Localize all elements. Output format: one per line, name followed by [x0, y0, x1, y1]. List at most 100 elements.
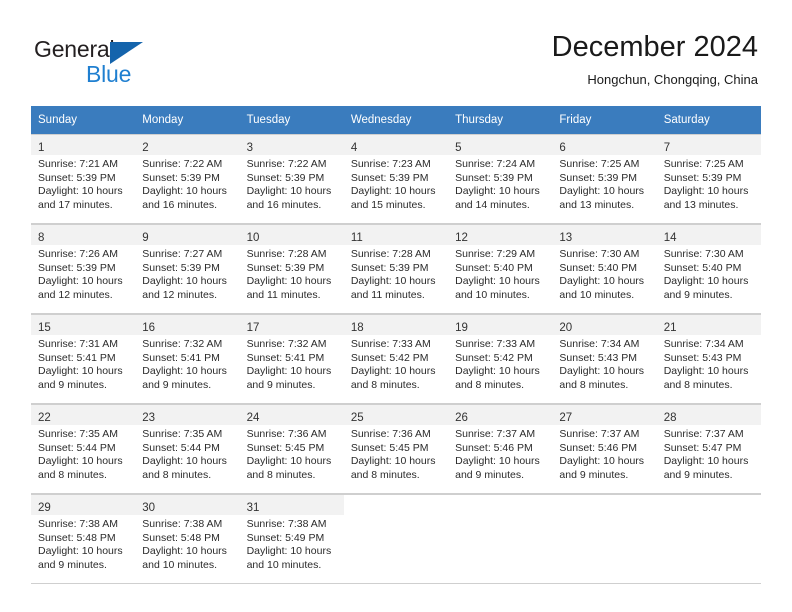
day-cell[interactable]: 6 Sunrise: 7:25 AM Sunset: 5:39 PM Daylight…: [552, 134, 657, 224]
daylight-text-line1: Daylight: 10 hours: [38, 455, 123, 468]
sunrise-text: Sunrise: 7:36 AM: [246, 428, 327, 440]
day-cell[interactable]: 31 Sunrise: 7:38 AM Sunset: 5:49 PM Dayligh…: [239, 494, 344, 584]
page-header: General Blue December 2024 Hongchun, Cho…: [0, 0, 792, 106]
calendar-page: General Blue December 2024 Hongchun, Cho…: [0, 0, 792, 612]
daylight-text-line1: Daylight: 10 hours: [142, 185, 227, 198]
daylight-text-line1: Daylight: 10 hours: [142, 455, 227, 468]
day-number: 1: [38, 142, 45, 154]
day-cell[interactable]: 27 Sunrise: 7:37 AM Sunset: 5:46 PM Dayligh…: [552, 404, 657, 494]
calendar-cell: 5 Sunrise: 7:24 AM Sunset: 5:39 PM Daylight…: [448, 134, 553, 224]
day-cell[interactable]: 14 Sunrise: 7:30 AM Sunset: 5:40 PM Dayligh…: [656, 224, 761, 314]
day-number-strip: 19: [448, 315, 553, 335]
sunrise-text: Sunrise: 7:23 AM: [350, 158, 431, 170]
day-cell[interactable]: 4 Sunrise: 7:23 AM Sunset: 5:39 PM Daylight…: [343, 134, 449, 224]
day-number-strip: 7: [656, 135, 761, 155]
sunset-text: Sunset: 5:40 PM: [663, 261, 742, 274]
day-cell[interactable]: 3 Sunrise: 7:22 AM Sunset: 5:39 PM Daylight…: [239, 134, 344, 224]
day-cell[interactable]: 7 Sunrise: 7:25 AM Sunset: 5:39 PM Daylight…: [656, 134, 761, 224]
day-details: Sunrise: 7:34 AM Sunset: 5:43 PM Daylight:…: [657, 335, 761, 392]
daylight-text-line2: and 9 minutes.: [663, 468, 733, 481]
day-details: Sunrise: 7:34 AM Sunset: 5:43 PM Daylight:…: [552, 335, 656, 392]
sunset-text: Sunset: 5:46 PM: [455, 441, 533, 454]
daylight-text-line1: Daylight: 10 hours: [142, 365, 227, 378]
day-cell[interactable]: 5 Sunrise: 7:24 AM Sunset: 5:39 PM Daylight…: [448, 134, 553, 224]
sunrise-text: Sunrise: 7:32 AM: [246, 338, 327, 350]
day-details: Sunrise: 7:38 AM Sunset: 5:48 PM Daylight:…: [135, 515, 239, 572]
daylight-text-line2: and 8 minutes.: [350, 378, 420, 391]
day-number: 10: [246, 232, 260, 244]
day-cell[interactable]: 23 Sunrise: 7:35 AM Sunset: 5:44 PM Dayligh…: [135, 404, 240, 494]
calendar-cell: 20 Sunrise: 7:34 AM Sunset: 5:43 PM Dayligh…: [552, 314, 657, 404]
calendar-cell: 23 Sunrise: 7:35 AM Sunset: 5:44 PM Dayligh…: [135, 404, 240, 494]
general-blue-logo[interactable]: General Blue: [34, 36, 224, 88]
day-cell[interactable]: 30 Sunrise: 7:38 AM Sunset: 5:48 PM Dayligh…: [135, 494, 240, 584]
sunrise-text: Sunrise: 7:29 AM: [455, 248, 536, 260]
day-cell[interactable]: 26 Sunrise: 7:37 AM Sunset: 5:46 PM Dayligh…: [448, 404, 553, 494]
day-cell[interactable]: 12 Sunrise: 7:29 AM Sunset: 5:40 PM Dayligh…: [448, 224, 553, 314]
day-details: Sunrise: 7:35 AM Sunset: 5:44 PM Daylight:…: [135, 425, 239, 482]
page-title: December 2024: [551, 31, 758, 63]
sunrise-text: Sunrise: 7:22 AM: [246, 158, 327, 170]
day-details: Sunrise: 7:22 AM Sunset: 5:39 PM Daylight:…: [240, 155, 344, 212]
day-details: Sunrise: 7:38 AM Sunset: 5:49 PM Daylight:…: [240, 515, 344, 572]
day-cell[interactable]: 8 Sunrise: 7:26 AM Sunset: 5:39 PM Daylight…: [31, 224, 136, 314]
day-cell[interactable]: 24 Sunrise: 7:36 AM Sunset: 5:45 PM Dayligh…: [239, 404, 344, 494]
sunset-text: Sunset: 5:40 PM: [559, 261, 638, 274]
sunrise-text: Sunrise: 7:35 AM: [38, 428, 118, 440]
day-cell[interactable]: 20 Sunrise: 7:34 AM Sunset: 5:43 PM Dayligh…: [552, 314, 657, 404]
day-cell[interactable]: 16 Sunrise: 7:32 AM Sunset: 5:41 PM Dayligh…: [135, 314, 240, 404]
daylight-text-line2: and 15 minutes.: [350, 198, 426, 211]
day-number-strip: 9: [135, 225, 240, 245]
day-number-strip: 22: [31, 405, 136, 425]
calendar-cell: [552, 494, 657, 584]
sunrise-text: Sunrise: 7:33 AM: [350, 338, 431, 350]
day-cell[interactable]: 9 Sunrise: 7:27 AM Sunset: 5:39 PM Daylight…: [135, 224, 240, 314]
day-number: 16: [142, 322, 156, 334]
day-cell[interactable]: 10 Sunrise: 7:28 AM Sunset: 5:39 PM Dayligh…: [239, 224, 344, 314]
weekday-header-thursday: Thursday: [448, 106, 553, 134]
day-details: Sunrise: 7:33 AM Sunset: 5:42 PM Daylight:…: [448, 335, 552, 392]
day-cell[interactable]: 25 Sunrise: 7:36 AM Sunset: 5:45 PM Dayligh…: [343, 404, 449, 494]
calendar-cell: 31 Sunrise: 7:38 AM Sunset: 5:49 PM Dayligh…: [239, 494, 344, 584]
daylight-text-line2: and 16 minutes.: [142, 198, 217, 211]
daylight-text-line1: Daylight: 10 hours: [559, 185, 645, 198]
day-cell[interactable]: 13 Sunrise: 7:30 AM Sunset: 5:40 PM Dayligh…: [552, 224, 657, 314]
day-details: Sunrise: 7:24 AM Sunset: 5:39 PM Daylight:…: [448, 155, 552, 212]
day-cell[interactable]: 1 Sunrise: 7:21 AM Sunset: 5:39 PM Daylight…: [31, 134, 136, 224]
calendar-week-row: 22 Sunrise: 7:35 AM Sunset: 5:44 PM Dayligh…: [31, 404, 761, 494]
day-cell[interactable]: 28 Sunrise: 7:37 AM Sunset: 5:47 PM Dayligh…: [656, 404, 761, 494]
day-details: Sunrise: 7:31 AM Sunset: 5:41 PM Daylight:…: [31, 335, 135, 392]
calendar-cell: 4 Sunrise: 7:23 AM Sunset: 5:39 PM Daylight…: [343, 134, 449, 224]
day-cell[interactable]: 17 Sunrise: 7:32 AM Sunset: 5:41 PM Dayligh…: [239, 314, 344, 404]
sunset-text: Sunset: 5:44 PM: [38, 441, 116, 454]
day-cell[interactable]: 15 Sunrise: 7:31 AM Sunset: 5:41 PM Dayligh…: [31, 314, 136, 404]
day-details: Sunrise: 7:35 AM Sunset: 5:44 PM Daylight:…: [31, 425, 135, 482]
day-number: 19: [455, 322, 468, 334]
day-details: Sunrise: 7:28 AM Sunset: 5:39 PM Daylight:…: [240, 245, 344, 302]
daylight-text-line2: and 10 minutes.: [455, 288, 530, 301]
day-details: Sunrise: 7:29 AM Sunset: 5:40 PM Daylight:…: [448, 245, 552, 302]
day-number: 2: [142, 142, 149, 154]
calendar-cell: 24 Sunrise: 7:36 AM Sunset: 5:45 PM Dayligh…: [239, 404, 344, 494]
day-cell[interactable]: 11 Sunrise: 7:28 AM Sunset: 5:39 PM Dayligh…: [343, 224, 449, 314]
day-cell[interactable]: 21 Sunrise: 7:34 AM Sunset: 5:43 PM Dayligh…: [656, 314, 761, 404]
day-cell-empty: [552, 494, 657, 584]
day-number-strip: 21: [656, 315, 761, 335]
daylight-text-line1: Daylight: 10 hours: [38, 275, 123, 288]
daylight-text-line1: Daylight: 10 hours: [246, 455, 332, 468]
day-cell[interactable]: 22 Sunrise: 7:35 AM Sunset: 5:44 PM Dayligh…: [31, 404, 136, 494]
day-number: 27: [559, 412, 573, 424]
day-cell[interactable]: 29 Sunrise: 7:38 AM Sunset: 5:48 PM Dayligh…: [31, 494, 136, 584]
day-cell[interactable]: 19 Sunrise: 7:33 AM Sunset: 5:42 PM Dayligh…: [448, 314, 553, 404]
day-number: 3: [246, 142, 253, 154]
day-cell[interactable]: 2 Sunrise: 7:22 AM Sunset: 5:39 PM Daylight…: [135, 134, 240, 224]
day-number: 18: [350, 322, 364, 334]
daylight-text-line2: and 8 minutes.: [246, 468, 316, 481]
sunset-text: Sunset: 5:41 PM: [246, 351, 325, 364]
sunset-text: Sunset: 5:39 PM: [350, 171, 429, 184]
day-number-strip: 16: [135, 315, 240, 335]
day-cell-empty: [656, 494, 761, 584]
daylight-text-line2: and 11 minutes.: [350, 288, 425, 301]
day-cell[interactable]: 18 Sunrise: 7:33 AM Sunset: 5:42 PM Dayligh…: [343, 314, 449, 404]
day-details: Sunrise: 7:32 AM Sunset: 5:41 PM Daylight:…: [135, 335, 239, 392]
